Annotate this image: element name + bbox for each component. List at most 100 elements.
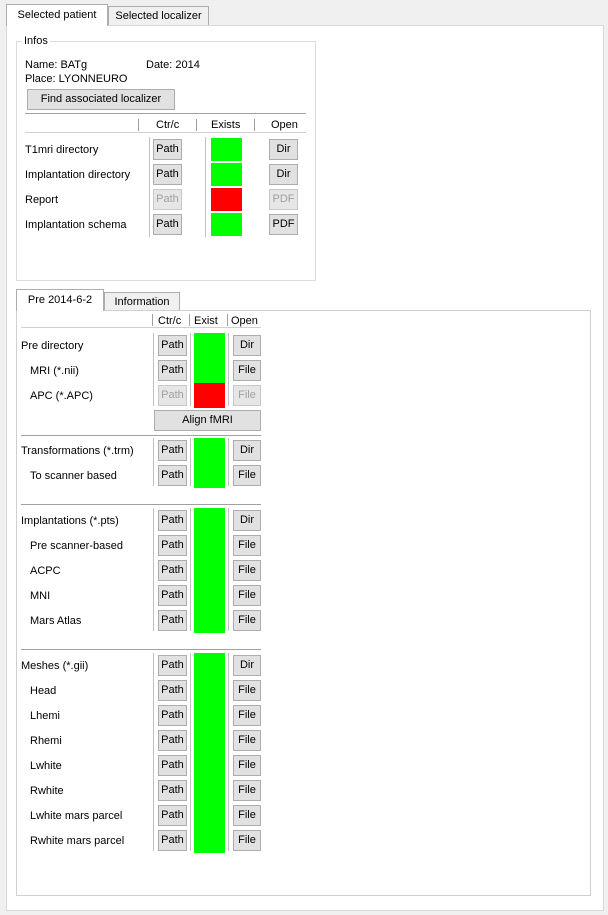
pre-header-open: Open (231, 315, 258, 327)
find-associated-localizer-button[interactable]: Find associated localizer (27, 89, 175, 110)
path-button[interactable]: Path (158, 360, 187, 381)
patient-place: Place: LYONNEURO (25, 73, 128, 85)
exists-indicator (194, 778, 225, 803)
path-button[interactable]: Path (158, 585, 187, 606)
patient-date: Date: 2014 (146, 59, 200, 71)
patient-name: Name: BATg (25, 59, 88, 71)
infos-row-label: Report (25, 194, 59, 206)
open-button[interactable]: Dir (269, 139, 298, 160)
open-button[interactable]: File (233, 560, 261, 581)
pre-row-sep (190, 653, 191, 851)
tab-selected-localizer[interactable]: Selected localizer (108, 6, 209, 26)
open-button[interactable]: Dir (233, 655, 261, 676)
open-button[interactable]: File (233, 680, 261, 701)
path-button[interactable]: Path (158, 655, 187, 676)
exists-indicator (194, 608, 225, 633)
tab-pre-session[interactable]: Pre 2014-6-2 (16, 289, 104, 311)
open-button[interactable]: File (233, 805, 261, 826)
path-button: Path (153, 189, 182, 210)
pre-row-label: MNI (30, 590, 51, 602)
infos-col-sep (196, 119, 197, 131)
pre-row-sep (190, 333, 191, 406)
pre-col-sep (189, 314, 190, 326)
exists-indicator (194, 583, 225, 608)
path-button[interactable]: Path (158, 510, 187, 531)
path-button[interactable]: Path (153, 214, 182, 235)
open-button[interactable]: File (233, 585, 261, 606)
tab-information[interactable]: Information (104, 292, 180, 312)
pre-row-sep (228, 438, 229, 486)
pre-row-label: Transformations (*.trm) (21, 445, 134, 457)
path-button[interactable]: Path (153, 164, 182, 185)
infos-header-open: Open (271, 119, 298, 131)
pre-row-label: Rhemi (30, 735, 62, 747)
open-button[interactable]: File (233, 730, 261, 751)
exists-indicator (194, 753, 225, 778)
exists-indicator (194, 678, 225, 703)
path-button[interactable]: Path (158, 335, 187, 356)
path-button[interactable]: Path (158, 440, 187, 461)
infos-row-label: Implantation directory (25, 169, 131, 181)
infos-row-label: T1mri directory (25, 144, 99, 156)
exists-indicator (194, 653, 225, 678)
pre-row-label: Pre scanner-based (30, 540, 123, 552)
infos-row-label: Implantation schema (25, 219, 127, 231)
path-button[interactable]: Path (158, 535, 187, 556)
open-button[interactable]: File (233, 830, 261, 851)
pre-row-label: MRI (*.nii) (30, 365, 79, 377)
pre-row-label: Lhemi (30, 710, 60, 722)
path-button[interactable]: Path (158, 780, 187, 801)
path-button[interactable]: Path (158, 755, 187, 776)
open-button[interactable]: File (233, 780, 261, 801)
pre-row-sep (153, 508, 154, 631)
open-button[interactable]: Dir (233, 440, 261, 461)
exists-indicator (194, 438, 225, 463)
path-button[interactable]: Path (158, 560, 187, 581)
open-button[interactable]: PDF (269, 214, 298, 235)
section-divider (21, 504, 261, 505)
path-button[interactable]: Path (158, 730, 187, 751)
path-button[interactable]: Path (158, 465, 187, 486)
exists-indicator (194, 828, 225, 853)
open-button[interactable]: File (233, 705, 261, 726)
path-button[interactable]: Path (158, 610, 187, 631)
section-divider (21, 435, 261, 436)
open-button[interactable]: Dir (233, 510, 261, 531)
open-button[interactable]: File (233, 610, 261, 631)
path-button[interactable]: Path (153, 139, 182, 160)
exists-indicator (194, 558, 225, 583)
infos-row-sep (205, 137, 206, 237)
tab-selected-patient[interactable]: Selected patient (6, 4, 108, 26)
infos-group-title: Infos (22, 35, 50, 47)
exists-indicator (211, 163, 242, 186)
path-button[interactable]: Path (158, 680, 187, 701)
infos-header-exists: Exists (211, 119, 241, 131)
pre-row-sep (153, 333, 154, 406)
exists-indicator (194, 703, 225, 728)
path-button[interactable]: Path (158, 830, 187, 851)
open-button[interactable]: Dir (269, 164, 298, 185)
path-button[interactable]: Path (158, 805, 187, 826)
pre-row-sep (228, 508, 229, 631)
open-button[interactable]: Dir (233, 335, 261, 356)
exists-indicator (194, 508, 225, 533)
section-divider (21, 649, 261, 650)
pre-header-exist: Exist (194, 315, 218, 327)
path-button[interactable]: Path (158, 705, 187, 726)
pre-row-sep (153, 653, 154, 851)
pre-row-label: Meshes (*.gii) (21, 660, 89, 672)
exists-indicator (211, 188, 242, 211)
align-fmri-button[interactable]: Align fMRI (154, 410, 261, 431)
pre-row-label: Mars Atlas (30, 615, 82, 627)
open-button[interactable]: File (233, 360, 261, 381)
open-button[interactable]: File (233, 465, 261, 486)
pre-row-sep (190, 508, 191, 631)
pre-row-label: To scanner based (30, 470, 117, 482)
pre-col-sep (152, 314, 153, 326)
pre-row-sep (190, 438, 191, 486)
exists-indicator (194, 803, 225, 828)
open-button[interactable]: File (233, 535, 261, 556)
open-button[interactable]: File (233, 755, 261, 776)
infos-col-sep (138, 119, 139, 131)
infos-divider (25, 113, 306, 114)
